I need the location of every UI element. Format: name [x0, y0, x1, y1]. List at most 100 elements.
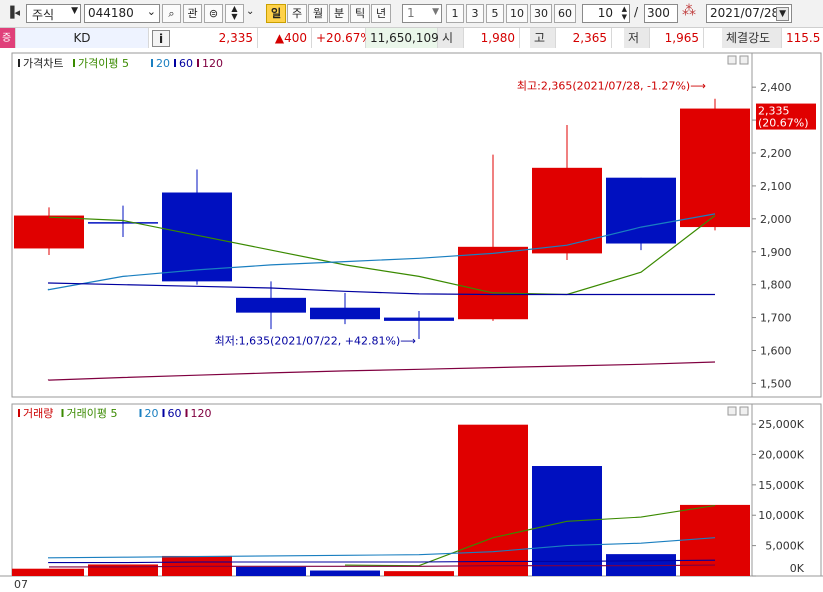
low-annotation: 최저:1,635(2021/07/22, +42.81%)⟶	[215, 335, 417, 348]
interval-1-label: 1	[451, 7, 459, 20]
max-count-value: 300	[647, 6, 670, 20]
interval-3-button[interactable]: 3	[466, 4, 484, 23]
market-select-value: 주식	[32, 8, 55, 22]
legend-swatch	[174, 59, 176, 67]
interval-60-button[interactable]: 60	[554, 4, 576, 23]
count-value: 10	[597, 6, 613, 20]
max-count-field[interactable]: 300	[644, 4, 678, 23]
period-tick[interactable]: 틱	[350, 4, 370, 23]
stock-code-field[interactable]: 044180 ⌄	[84, 4, 160, 23]
legend-swatch	[185, 409, 188, 417]
period-week-label: 주	[291, 7, 303, 20]
panel-minimize-icon	[727, 55, 737, 65]
shield-icon: ⊜	[208, 7, 219, 20]
period-tick-label: 틱	[354, 7, 366, 20]
down-arrow-icon: ▼	[231, 12, 238, 21]
high-price: 2,365	[556, 28, 612, 49]
current-price-value: 2,335	[218, 31, 253, 45]
high-label-text: 고	[534, 31, 546, 45]
price-change-value: ▲400	[274, 31, 307, 45]
date-picker[interactable]: 2021/07/28 ▼	[706, 4, 792, 23]
candle-body	[384, 317, 454, 321]
volume-legend-label: 120	[191, 407, 212, 420]
candle-body	[680, 108, 750, 228]
price-change-pct: +20.67%	[312, 28, 372, 49]
trade-volume: 11,650,109	[366, 28, 439, 49]
info-button-label: i	[158, 32, 164, 46]
low-price: 1,965	[650, 28, 704, 49]
panel-minimize-icon	[727, 406, 737, 416]
candle-body	[310, 307, 380, 320]
volume-bar	[236, 566, 306, 576]
period-year-label: 년	[375, 7, 387, 20]
market-select[interactable]: 주식 ▼	[26, 4, 81, 23]
interval-10-label: 10	[510, 7, 524, 20]
price-tick-label: 2,100	[760, 180, 792, 193]
price-legend-label: 20	[156, 57, 170, 70]
volume-tick-label: 25,000K	[758, 418, 804, 431]
open-label-text: 시	[442, 31, 454, 45]
interval-10-button[interactable]: 10	[506, 4, 528, 23]
interval-5-label: 5	[491, 7, 499, 20]
open-price-value: 1,980	[480, 31, 515, 45]
candle-body	[14, 215, 84, 249]
price-legend-label: 120	[202, 57, 223, 70]
candle-body	[532, 167, 602, 254]
info-button[interactable]: i	[152, 30, 170, 47]
volume-bar	[12, 568, 84, 576]
search-icon: ⌕	[168, 7, 175, 20]
period-year[interactable]: 년	[371, 4, 391, 23]
price-tick-label: 1,600	[760, 345, 792, 358]
strength-label-text: 체결강도	[726, 31, 771, 45]
price-tick-label: 2,000	[760, 213, 792, 226]
count-stepper[interactable]: 10 ▲ ▼	[582, 4, 630, 23]
x-axis-month-label: 07	[14, 578, 28, 591]
watch-button[interactable]: 관	[183, 4, 202, 23]
candle-body	[88, 222, 158, 224]
volume-tick-label: 10,000K	[758, 509, 804, 522]
price-tick-label: 1,500	[760, 377, 792, 390]
market-flag-badge: 증	[0, 28, 16, 49]
low-label-text: 저	[628, 31, 640, 45]
open-price: 1,980	[464, 28, 520, 49]
legend-swatch	[162, 409, 165, 417]
interval-select[interactable]: 1 ▼	[402, 4, 442, 23]
price-tick-label: 1,800	[760, 279, 792, 292]
chevron-down-icon: ▼	[71, 6, 78, 16]
date-value: 2021/07/28	[710, 6, 780, 20]
spin-button[interactable]: ▲ ▼	[225, 4, 244, 23]
chevron-down-icon: ⌄	[146, 5, 156, 18]
period-month[interactable]: 월	[308, 4, 328, 23]
stock-code-value: 044180	[88, 6, 134, 20]
quote-bar: 증 KD i 2,335 ▲400 +20.67% 11,650,109 시 1…	[0, 27, 823, 50]
chevron-down-icon[interactable]: ⌄	[246, 6, 254, 17]
interval-30-button[interactable]: 30	[530, 4, 552, 23]
interval-60-label: 60	[558, 7, 572, 20]
legend-swatch	[139, 409, 142, 417]
period-minute[interactable]: 분	[329, 4, 349, 23]
price-change: ▲400	[258, 28, 312, 49]
stepper-arrows-icon: ▲ ▼	[621, 5, 627, 21]
count-separator: /	[634, 5, 639, 19]
window-dock-icon[interactable]: ▐◂	[6, 6, 20, 19]
badge-pct: (20.67%)	[758, 117, 809, 130]
toolbar: ▐◂ 주식 ▼ 044180 ⌄ ⌕ 관 ⊜ ▲ ▼ ⌄ 일 주 월 분 틱 년 …	[0, 0, 823, 27]
volume-legend-label: 거래량	[23, 407, 53, 420]
chart-canvas[interactable]: 2,4002,3002,2002,1002,0001,9001,8001,700…	[0, 48, 823, 592]
low-price-value: 1,965	[664, 31, 699, 45]
period-minute-label: 분	[333, 7, 345, 20]
open-label: 시	[438, 28, 464, 49]
legend-swatch	[61, 409, 64, 417]
period-week[interactable]: 주	[287, 4, 307, 23]
period-day[interactable]: 일	[266, 4, 286, 23]
interval-1-button[interactable]: 1	[446, 4, 464, 23]
shield-button[interactable]: ⊜	[204, 4, 223, 23]
search-button[interactable]: ⌕	[162, 4, 181, 23]
stock-name-label: KD	[73, 31, 91, 45]
legend-swatch	[73, 59, 75, 67]
grid-toggle-icon[interactable]: ⁂	[682, 3, 696, 19]
volume-tick-label: 20,000K	[758, 448, 804, 461]
price-legend-label: 가격이평 5	[78, 57, 129, 70]
interval-5-button[interactable]: 5	[486, 4, 504, 23]
volume-legend-label: 20	[145, 407, 159, 420]
